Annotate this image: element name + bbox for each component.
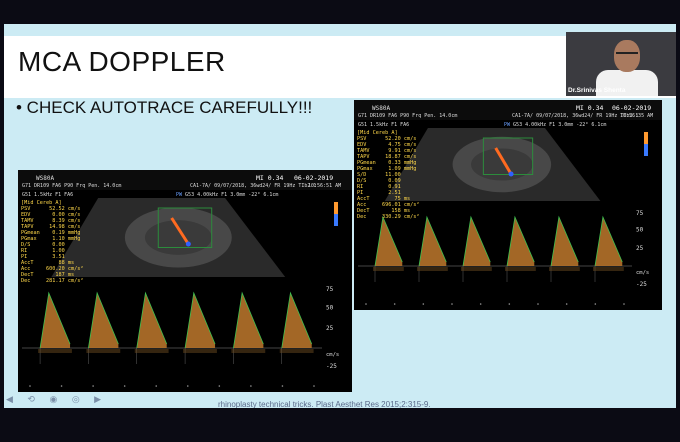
axis-tick-label: -25 (326, 363, 337, 370)
noise-band (183, 349, 217, 353)
axis-tick-label: 50 (636, 227, 644, 234)
player-controls[interactable]: ◀ ⟲ ◉ ◎ ▶ (6, 394, 107, 405)
time-tick (123, 385, 126, 387)
noise-band (417, 267, 448, 271)
presenter-glasses (616, 52, 638, 57)
noise-band (549, 267, 580, 271)
noise-band (505, 267, 536, 271)
time-tick (186, 385, 189, 387)
time-tick (565, 303, 568, 305)
noise-band (86, 349, 121, 353)
noise-band (279, 349, 314, 353)
axis-tick-label: -25 (636, 281, 647, 288)
color-scale-neg (644, 144, 648, 156)
measurement-panel: [Mid Cereb A] PSV 52.20 cm/s EDV 4.75 cm/s… (357, 130, 419, 220)
axis-tick-label: 50 (326, 305, 334, 312)
time-tick (451, 303, 453, 305)
noise-band (231, 349, 266, 353)
noise-band (134, 349, 169, 353)
axis-tick-label: 25 (636, 245, 644, 252)
time-tick (60, 385, 63, 387)
brain-region (471, 148, 533, 181)
time-tick (281, 385, 284, 387)
footer-citation: rhinoplasty technical tricks. Plast Aest… (218, 400, 431, 408)
noise-band (38, 349, 72, 353)
time-tick (92, 385, 94, 387)
slide-bullet: • CHECK AUTOTRACE CAREFULLY!!! (16, 98, 313, 117)
time-tick (594, 303, 597, 305)
time-tick (29, 385, 31, 387)
ultrasound-right: WS80A MI 0.34 06-02-2019 G71 DR109 FA6 P… (354, 100, 662, 310)
time-tick (365, 303, 367, 305)
time-tick (422, 303, 425, 305)
noise-band (593, 267, 624, 271)
color-scale-neg (334, 214, 338, 226)
brain-region (144, 220, 212, 255)
time-tick (155, 385, 158, 387)
time-tick (479, 303, 482, 305)
measurement-panel: [Mid Cereb A] PSV 52.52 cm/s EDV 0.00 cm/s… (21, 200, 83, 284)
presenter-name: Dr.Srinivas Shenta (568, 87, 626, 94)
time-tick (508, 303, 511, 305)
time-tick (218, 385, 221, 387)
video-top-bar (0, 0, 680, 24)
axis-unit: cm/s (326, 352, 339, 358)
time-tick (623, 303, 625, 305)
slide-title: MCA DOPPLER (18, 46, 226, 77)
time-tick (537, 303, 539, 305)
bottom-bar: ◀ ⟲ ◉ ◎ ▶ (0, 394, 680, 442)
axis-tick-label: 25 (326, 325, 334, 332)
time-tick (393, 303, 396, 305)
webcam-feed: Dr.Srinivas Shenta (566, 32, 676, 96)
color-scale-pos (644, 132, 648, 144)
sample-gate (185, 241, 191, 247)
axis-tick-label: 75 (636, 210, 644, 217)
sample-gate (508, 171, 514, 177)
noise-band (461, 267, 492, 271)
axis-unit: cm/s (636, 270, 649, 276)
color-scale-pos (334, 202, 338, 214)
time-tick (250, 385, 252, 387)
time-tick (313, 385, 315, 387)
measurement-row: Dec 281.17 cm/s² (21, 278, 84, 284)
axis-tick-label: 75 (326, 286, 334, 293)
noise-band (373, 267, 404, 271)
ultrasound-left: WS80A MI 0.34 06-02-2019 G71 DR109 FA6 P… (18, 170, 352, 392)
measurement-row: Dec 330.29 cm/s² (357, 214, 420, 220)
